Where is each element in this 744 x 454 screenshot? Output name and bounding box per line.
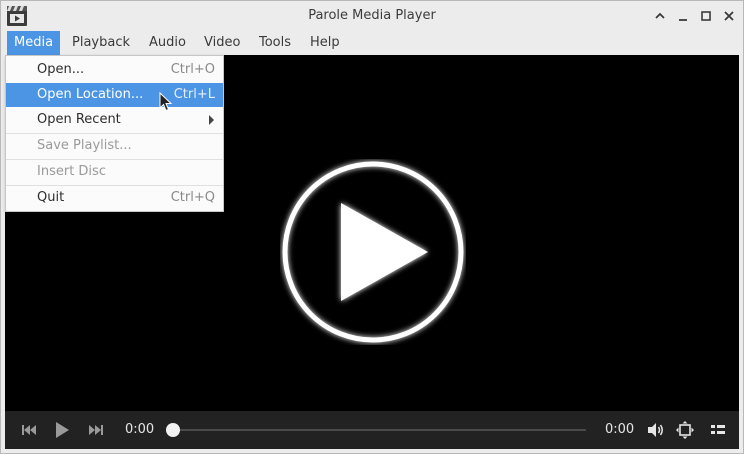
fullscreen-icon[interactable] [675, 420, 695, 440]
keep-above-button[interactable] [651, 7, 669, 25]
menu-media[interactable]: Media [7, 31, 61, 55]
minimize-icon [679, 19, 687, 21]
menu-item-label: Open Recent [37, 112, 121, 127]
maximize-icon [701, 11, 711, 21]
menu-item-open-recent[interactable]: Open Recent [6, 108, 223, 132]
media-menu: Open... Ctrl+O Open Location... Ctrl+L O… [5, 55, 224, 212]
menu-item-quit[interactable]: Quit Ctrl+Q [6, 186, 223, 210]
menu-item-label: Open Location... [37, 87, 144, 102]
seek-bar[interactable] [173, 429, 586, 431]
title-bar: Parole Media Player [1, 1, 743, 31]
menu-playback[interactable]: Playback [65, 31, 137, 55]
menu-audio[interactable]: Audio [142, 31, 193, 55]
volume-icon[interactable] [646, 420, 666, 440]
play-icon[interactable] [52, 420, 72, 440]
minimize-button[interactable] [674, 7, 692, 25]
menu-tools[interactable]: Tools [252, 31, 298, 55]
menu-item-insert-disc: Insert Disc [6, 160, 223, 184]
close-icon [724, 11, 734, 21]
window-title: Parole Media Player [308, 8, 436, 23]
duration-time: 0:00 [605, 422, 635, 437]
menu-item-shortcut: Ctrl+Q [170, 190, 215, 205]
previous-icon[interactable] [19, 420, 39, 440]
menu-item-save-playlist: Save Playlist... [6, 134, 223, 158]
elapsed-time: 0:00 [125, 422, 155, 437]
menu-item-label: Quit [37, 190, 65, 205]
playlist-toggle-icon[interactable] [708, 420, 728, 440]
menu-item-shortcut: Ctrl+O [170, 62, 215, 77]
submenu-arrow-icon [209, 115, 214, 125]
menu-bar: Media Playback Audio Video Tools Help [1, 31, 743, 55]
menu-item-open[interactable]: Open... Ctrl+O [6, 58, 223, 82]
menu-item-label: Insert Disc [37, 164, 106, 179]
play-overlay-icon[interactable] [280, 159, 466, 345]
chevron-up-icon [655, 12, 665, 19]
menu-help[interactable]: Help [303, 31, 347, 55]
parole-window: Parole Media Player Media Playback Audio… [0, 0, 744, 454]
next-icon[interactable] [86, 420, 106, 440]
menu-item-label: Open... [37, 62, 85, 77]
menu-item-label: Save Playlist... [37, 138, 132, 153]
menu-item-shortcut: Ctrl+L [173, 87, 215, 102]
mouse-cursor-icon [159, 92, 173, 112]
maximize-button[interactable] [697, 7, 715, 25]
close-button[interactable] [720, 7, 738, 25]
playback-controls: 0:00 0:00 [5, 411, 739, 449]
menu-video[interactable]: Video [197, 31, 247, 55]
seek-handle[interactable] [166, 423, 180, 437]
menu-item-open-location[interactable]: Open Location... Ctrl+L [6, 83, 223, 107]
